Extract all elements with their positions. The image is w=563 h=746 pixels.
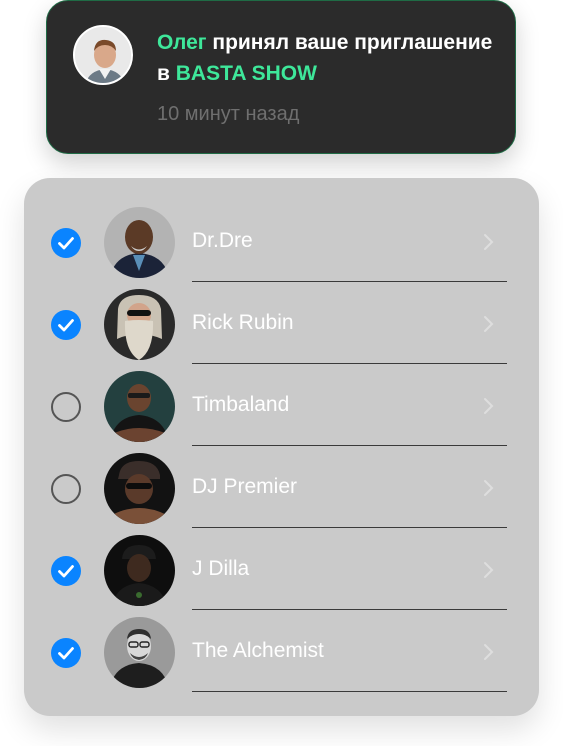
checked-icon[interactable] bbox=[51, 310, 81, 340]
checked-icon[interactable] bbox=[51, 228, 81, 258]
contact-name: Rick Rubin bbox=[192, 311, 294, 334]
divider bbox=[192, 609, 507, 610]
chevron-right-icon bbox=[482, 233, 496, 251]
event-name[interactable]: BASTA SHOW bbox=[176, 62, 317, 85]
chevron-right-icon bbox=[482, 397, 496, 415]
contact-name: Dr.Dre bbox=[192, 229, 253, 252]
contact-row-dr-dre[interactable]: Dr.Dre bbox=[24, 201, 539, 283]
divider bbox=[192, 445, 507, 446]
contact-name: J Dilla bbox=[192, 557, 250, 580]
contacts-panel: Dr.Dre Rick Rubin Timbaland DJ Premier J… bbox=[24, 178, 539, 716]
chevron-right-icon bbox=[482, 561, 496, 579]
contact-row-j-dilla[interactable]: J Dilla bbox=[24, 529, 539, 611]
contact-name: The Alchemist bbox=[192, 639, 324, 662]
contact-row-timbaland[interactable]: Timbaland bbox=[24, 365, 539, 447]
avatar bbox=[104, 371, 175, 442]
contact-row-rick-rubin[interactable]: Rick Rubin bbox=[24, 283, 539, 365]
divider bbox=[192, 527, 507, 528]
notification-time: 10 минут назад bbox=[157, 103, 300, 125]
avatar bbox=[104, 207, 175, 278]
avatar bbox=[104, 289, 175, 360]
chevron-right-icon bbox=[482, 643, 496, 661]
divider bbox=[192, 363, 507, 364]
unchecked-icon[interactable] bbox=[51, 392, 81, 422]
divider bbox=[192, 281, 507, 282]
checked-icon[interactable] bbox=[51, 556, 81, 586]
avatar bbox=[104, 617, 175, 688]
unchecked-icon[interactable] bbox=[51, 474, 81, 504]
contact-row-the-alchemist[interactable]: The Alchemist bbox=[24, 611, 539, 693]
sender-avatar bbox=[73, 25, 133, 85]
divider bbox=[192, 691, 507, 692]
notification-text: Олег принял ваше приглашение в BASTA SHO… bbox=[157, 27, 502, 89]
checked-icon[interactable] bbox=[51, 638, 81, 668]
chevron-right-icon bbox=[482, 315, 496, 333]
avatar bbox=[104, 453, 175, 524]
chevron-right-icon bbox=[482, 479, 496, 497]
screen: Олег принял ваше приглашение в BASTA SHO… bbox=[0, 0, 563, 746]
contact-name: Timbaland bbox=[192, 393, 290, 416]
avatar bbox=[104, 535, 175, 606]
contact-name: DJ Premier bbox=[192, 475, 298, 498]
invite-notification[interactable]: Олег принял ваше приглашение в BASTA SHO… bbox=[46, 0, 516, 154]
contact-row-dj-premier[interactable]: DJ Premier bbox=[24, 447, 539, 529]
sender-name[interactable]: Олег bbox=[157, 31, 207, 54]
